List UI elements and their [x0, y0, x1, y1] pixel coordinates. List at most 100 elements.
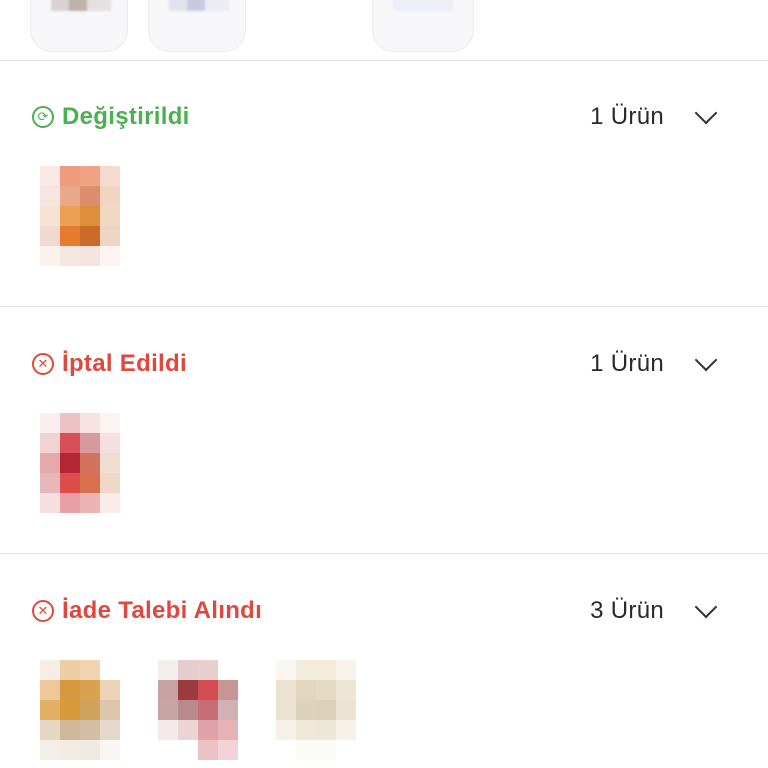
thumbnail-pixel [60, 473, 80, 493]
product-thumbnail[interactable] [266, 654, 362, 766]
product-thumbnail[interactable] [30, 160, 126, 272]
thumbnail-pixel [218, 720, 238, 740]
thumbnail-pixel [40, 226, 60, 246]
thumbnail-pixel [336, 660, 356, 680]
product-thumbnail[interactable] [30, 0, 128, 52]
thumbnail-pixel [80, 700, 100, 720]
thumbnail-pixel [100, 246, 120, 266]
thumbnail-pixel [336, 700, 356, 720]
thumbnail-pixel [60, 226, 80, 246]
thumbnail-pixel [80, 226, 100, 246]
thumbnail-pixel [316, 680, 336, 700]
thumbnail-pixel [40, 433, 60, 453]
thumbnail-pixel [60, 206, 80, 226]
thumbnail-pixel [60, 186, 80, 206]
thumbnail-pixel [100, 453, 120, 473]
thumbnail-pixel [40, 413, 60, 433]
thumbnail-pixel [60, 413, 80, 433]
thumbnail-pixel [80, 473, 100, 493]
thumbnail-pixel [100, 700, 120, 720]
thumbnail-pixel [40, 206, 60, 226]
thumbnail-pixel [336, 680, 356, 700]
thumbnail-pixel [336, 720, 356, 740]
thumbnail-pixel [60, 660, 80, 680]
thumbnail-pixel [296, 740, 316, 760]
thumbnail-pixel [316, 740, 336, 760]
thumbnail-pixel [80, 246, 100, 266]
thumbnail-pixel [40, 473, 60, 493]
product-thumbnail[interactable] [148, 654, 244, 766]
thumbnail-pixel [40, 680, 60, 700]
thumbnail-pixel [178, 660, 198, 680]
chevron-down-icon[interactable] [694, 595, 718, 619]
thumbnail-pixel [336, 740, 356, 760]
thumbnail-pixel [316, 700, 336, 720]
chevron-down-icon[interactable] [694, 348, 718, 372]
thumbnail-pixel [296, 700, 316, 720]
thumbnail-pixel [40, 720, 60, 740]
refresh-icon: ⟳ [32, 106, 54, 128]
thumbnail-pixel [316, 720, 336, 740]
thumbnail-pixel [316, 660, 336, 680]
thumbnail-pixel [100, 720, 120, 740]
thumbnail-pixel [100, 493, 120, 513]
thumbnail-pixel [40, 186, 60, 206]
thumbnail-pixel [178, 700, 198, 720]
item-count: 3 Ürün [590, 597, 664, 624]
status-label: İptal Edildi [62, 350, 187, 377]
thumbnail-pixel [80, 206, 100, 226]
thumbnail-pixel [158, 660, 178, 680]
group-header[interactable]: ✕ İade Talebi Alındı 3 Ürün [32, 594, 720, 628]
thumbnail-pixel [60, 433, 80, 453]
product-thumbnail[interactable] [30, 654, 126, 766]
product-thumbnails [30, 160, 126, 272]
chevron-down-icon[interactable] [694, 101, 718, 125]
thumbnail-pixel [100, 413, 120, 433]
previous-section [0, 0, 768, 61]
thumbnail-pixel [40, 453, 60, 473]
thumbnail-pixel [178, 740, 198, 760]
thumbnail-pixel [276, 720, 296, 740]
thumbnail-pixel [218, 660, 238, 680]
thumbnail-pixel [40, 493, 60, 513]
thumbnail-pixel [100, 473, 120, 493]
thumbnail-pixel [100, 740, 120, 760]
thumbnail-pixel [80, 720, 100, 740]
thumbnail-pixel [276, 660, 296, 680]
thumbnail-pixel [60, 246, 80, 266]
group-header[interactable]: ⟳ Değiştirildi 1 Ürün [32, 100, 720, 134]
group-header[interactable]: ✕ İptal Edildi 1 Ürün [32, 347, 720, 381]
item-count: 1 Ürün [590, 103, 664, 130]
thumbnail-pixel [80, 166, 100, 186]
item-count: 1 Ürün [590, 350, 664, 377]
product-thumbnail[interactable] [148, 0, 246, 52]
thumbnail-pixel [158, 700, 178, 720]
product-thumbnail[interactable] [30, 407, 126, 519]
thumbnail-pixel [100, 680, 120, 700]
thumbnail-pixel [158, 720, 178, 740]
status-label: Değiştirildi [62, 103, 190, 130]
thumbnail-pixel [80, 433, 100, 453]
thumbnail-pixel [198, 700, 218, 720]
thumbnail-pixel [60, 740, 80, 760]
thumbnail-pixel [218, 740, 238, 760]
thumbnail-pixel [60, 493, 80, 513]
thumbnail-pixel [40, 740, 60, 760]
thumbnail-pixel [80, 740, 100, 760]
order-group-changed[interactable]: ⟳ Değiştirildi 1 Ürün [0, 60, 768, 307]
order-group-return-requested[interactable]: ✕ İade Talebi Alındı 3 Ürün [0, 554, 768, 768]
order-group-cancelled[interactable]: ✕ İptal Edildi 1 Ürün [0, 307, 768, 554]
product-thumbnails [30, 654, 362, 766]
thumbnail-pixel [40, 660, 60, 680]
thumbnail-pixel [80, 413, 100, 433]
thumbnail-pixel [100, 226, 120, 246]
thumbnail-pixel [100, 166, 120, 186]
product-thumbnail[interactable] [372, 0, 474, 52]
thumbnail-pixel [198, 720, 218, 740]
thumbnail-pixel [296, 680, 316, 700]
thumbnail-pixel [60, 700, 80, 720]
product-thumbnails [30, 407, 126, 519]
thumbnail-pixel [40, 700, 60, 720]
status-label: İade Talebi Alındı [62, 597, 263, 624]
thumbnail-pixel [80, 660, 100, 680]
